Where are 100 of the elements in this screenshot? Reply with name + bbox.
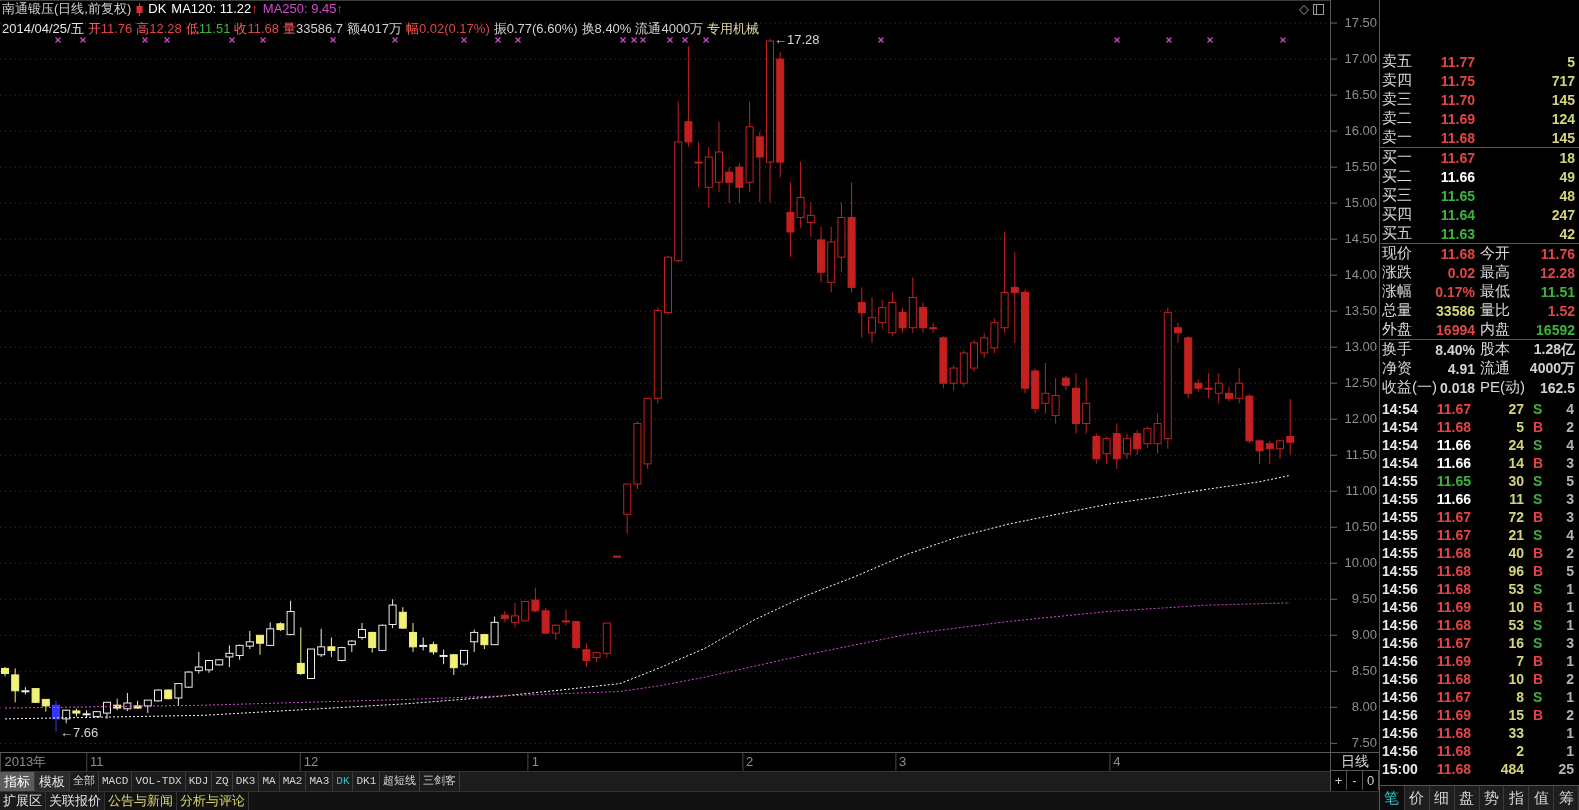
trade-time: 14:54 [1382, 401, 1419, 417]
quote-value: 8.40% [1435, 341, 1475, 358]
price-axis-label: 9.00 [1351, 627, 1377, 644]
candlestick [1133, 429, 1142, 456]
trade-side: B [1532, 419, 1545, 435]
candlestick [857, 286, 866, 339]
order-volume: 42 [1558, 225, 1575, 242]
order-volume: 717 [1550, 72, 1575, 89]
quote-field: 额4017万 [346, 21, 402, 37]
trade-side: S [1532, 473, 1544, 489]
quote-value: 1.52 [1547, 302, 1575, 319]
square-icon[interactable] [1313, 4, 1324, 15]
candlestick [296, 626, 305, 676]
trade-count: 2 [1565, 671, 1574, 687]
candlestick [980, 332, 989, 359]
trade-count: 25 [1557, 761, 1574, 777]
quote-label: 流通 [1480, 359, 1510, 378]
trade-volume: 30 [1507, 473, 1524, 489]
quote-value: 11.76 [1540, 245, 1575, 262]
candlestick [1235, 367, 1244, 404]
quote-label: 涨幅 [1382, 282, 1412, 301]
indicator-tab[interactable]: 全部 [70, 772, 99, 791]
quote-label: 收益(一) [1382, 378, 1437, 397]
candlestick [694, 141, 703, 188]
trade-price: 11.67 [1435, 689, 1471, 705]
price-axis-label: 16.50 [1344, 87, 1377, 104]
trade-side: B [1532, 563, 1545, 579]
trade-count: 5 [1565, 563, 1574, 579]
order-price: 11.70 [1439, 91, 1475, 108]
candlestick [256, 634, 264, 656]
panel-tab[interactable]: 扩展区 [0, 792, 46, 810]
trade-side: B [1532, 455, 1545, 471]
quote-label: 现价 [1382, 244, 1412, 263]
cross-marker-icon [141, 36, 149, 44]
trade-side: B [1532, 599, 1545, 615]
news-link[interactable]: 分析与评论 [177, 792, 249, 810]
trade-volume: 96 [1507, 563, 1524, 579]
trade-price: 11.69 [1435, 707, 1471, 723]
cross-marker-icon [1206, 36, 1214, 44]
view-tab[interactable]: 笔 [1380, 786, 1405, 810]
trade-price: 11.67 [1435, 527, 1471, 543]
trade-volume: 11 [1508, 491, 1524, 507]
indicator-tab[interactable]: 三剑客 [420, 772, 461, 791]
order-label: 卖四 [1382, 71, 1413, 90]
trade-time: 14:56 [1382, 617, 1419, 633]
mode-tab[interactable]: 指标 [0, 772, 35, 791]
price-axis-label: 12.00 [1344, 411, 1377, 428]
trade-count: 1 [1565, 581, 1574, 597]
indicator-tab[interactable]: MACD [99, 772, 133, 791]
cross-marker-icon [1113, 36, 1121, 44]
indicator-name: DK [148, 1, 167, 17]
price-axis-label: 9.50 [1351, 591, 1377, 608]
order-volume: 49 [1558, 168, 1575, 185]
indicator-tab[interactable]: ZQ [212, 772, 233, 791]
trade-volume: 7 [1515, 653, 1524, 669]
trade-volume: 8 [1515, 689, 1524, 705]
candlestick [52, 700, 60, 733]
candlestick [1174, 322, 1182, 344]
order-volume: 145 [1550, 129, 1575, 146]
quote-value: 16592 [1536, 321, 1575, 338]
trade-volume: 24 [1507, 437, 1524, 453]
quote-value: 4000万 [1529, 359, 1575, 378]
trade-count: 2 [1565, 419, 1574, 435]
mode-tab[interactable]: 模板 [35, 772, 70, 791]
cross-marker-icon [79, 36, 87, 44]
moving-average-value: MA250: 9.45 [262, 1, 337, 17]
order-price: 11.67 [1439, 149, 1475, 166]
trend-arrow: ↑ [251, 1, 258, 17]
candlestick [409, 622, 417, 653]
trade-side: B [1532, 653, 1545, 669]
quote-value: 1.28亿 [1533, 340, 1575, 359]
trade-price: 11.68 [1435, 743, 1471, 759]
candlestick [1082, 377, 1091, 435]
price-axis-label: 15.00 [1344, 195, 1377, 212]
trade-volume: 40 [1507, 545, 1524, 561]
indicator-tab[interactable]: VOL-TDX [132, 772, 186, 791]
panel-tab[interactable]: 关联报价 [46, 792, 105, 810]
cross-marker-icon [514, 36, 522, 44]
cross-marker-icon [666, 36, 674, 44]
cross-marker-icon [619, 36, 627, 44]
trade-time: 14:55 [1382, 473, 1419, 489]
trade-price: 11.65 [1435, 473, 1471, 489]
candlestick [1265, 440, 1274, 465]
trade-side: S [1532, 617, 1544, 633]
price-annotation: ←17.28 [774, 32, 820, 47]
trade-time: 14:56 [1382, 635, 1419, 651]
quote-value: 33586 [1436, 302, 1475, 319]
trade-price: 11.68 [1435, 419, 1471, 435]
trade-count: 1 [1565, 743, 1574, 759]
indicator-tab[interactable]: 超短线 [380, 772, 421, 791]
trade-count: 1 [1565, 689, 1574, 705]
trade-count: 3 [1565, 455, 1574, 471]
quote-label: 外盘 [1382, 320, 1412, 339]
trade-volume: 72 [1507, 509, 1524, 525]
quote-value: 0.018 [1439, 379, 1475, 396]
quote-label: 量比 [1480, 301, 1510, 320]
date-label: 2014/04/25/五 [2, 21, 84, 37]
trade-volume: 10 [1507, 671, 1524, 687]
price-axis-label: 13.50 [1344, 303, 1377, 320]
news-link[interactable]: 公告与新闻 [105, 792, 177, 810]
